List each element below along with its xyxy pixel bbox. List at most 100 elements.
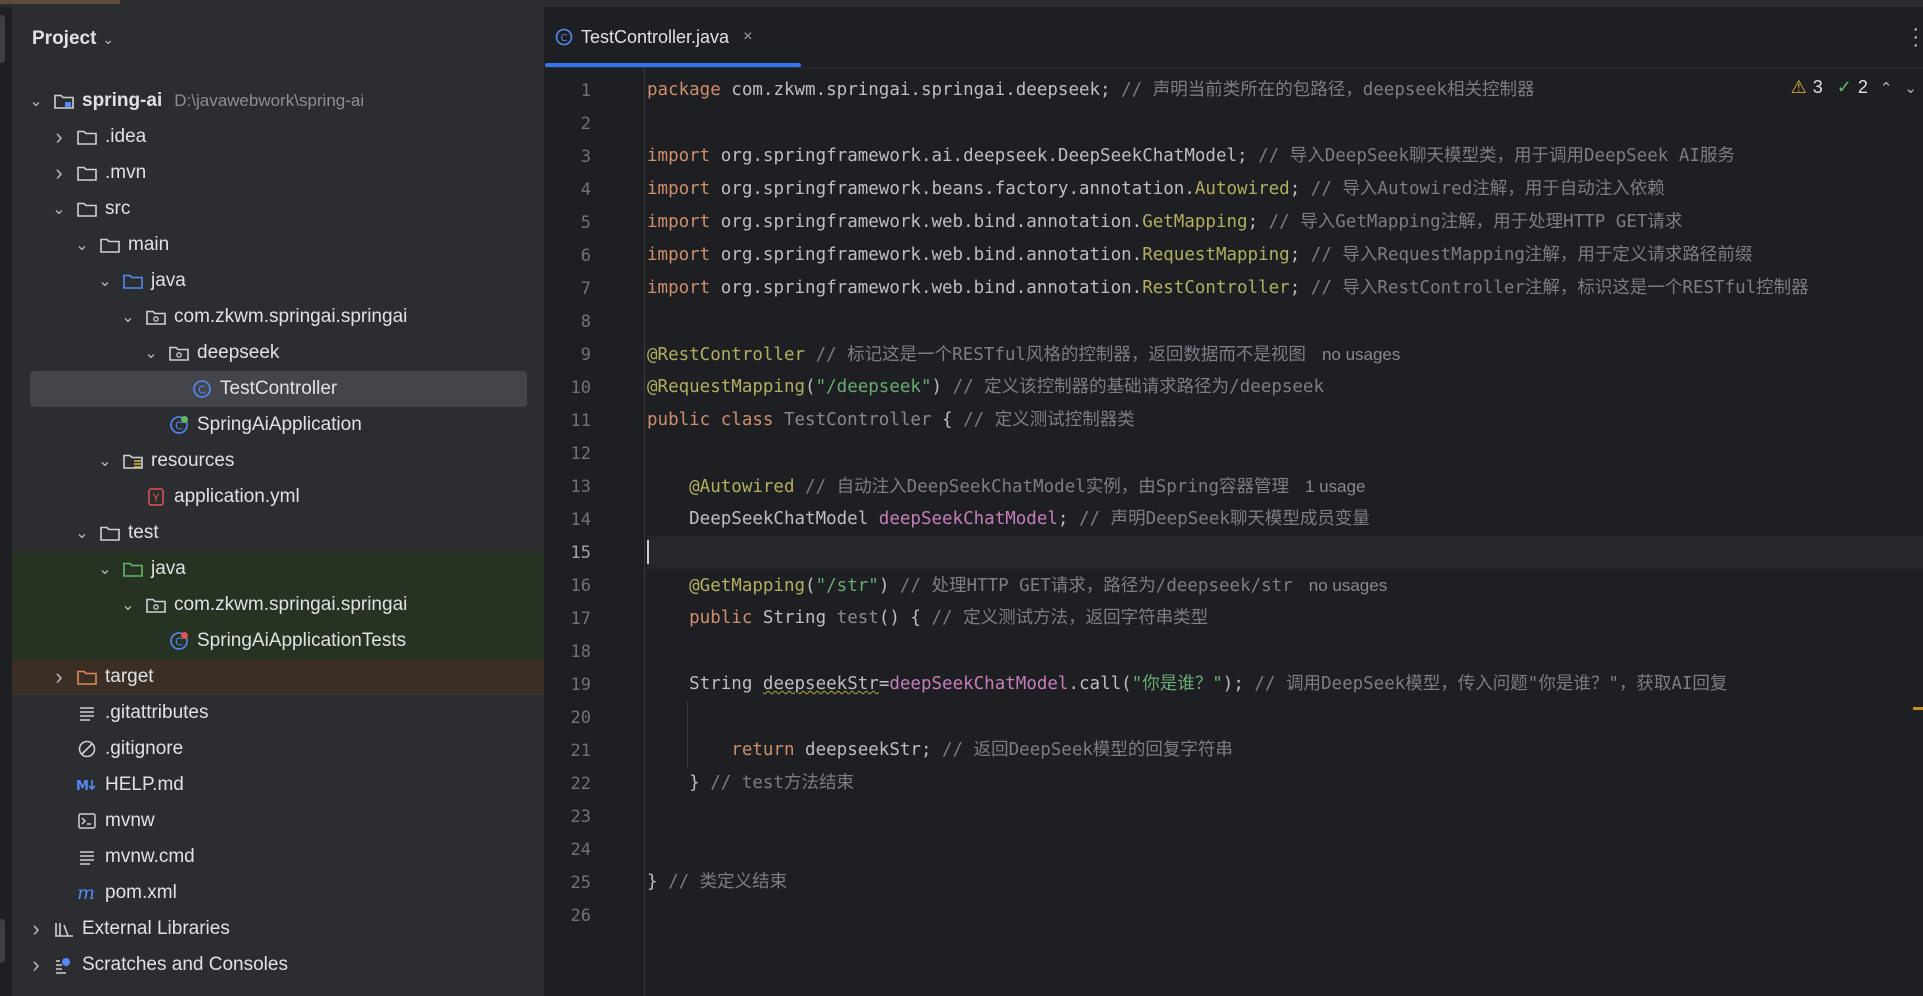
code-line[interactable]: import org.springframework.beans.factory… — [647, 173, 1665, 206]
inspection-widget[interactable]: ⚠ 3 ✓ 2 ⌃ ⌄ — [1791, 77, 1917, 98]
chevron-down-icon[interactable]: ⌄ — [141, 343, 161, 363]
inlay-usage-hint[interactable]: no usages — [1309, 576, 1387, 595]
line-number[interactable]: 20 — [545, 708, 591, 728]
code-line[interactable]: import org.springframework.web.bind.anno… — [647, 272, 1809, 305]
code-line[interactable]: } // test方法结束 — [647, 767, 854, 800]
tree-item-mvnw[interactable]: ›mvnw — [12, 803, 544, 839]
chevron-down-icon[interactable]: ⌄ — [118, 307, 138, 327]
chevron-down-icon[interactable]: ⌄ — [26, 91, 46, 111]
scrollbar-warning-marker[interactable] — [1913, 707, 1923, 710]
code-line[interactable]: return deepseekStr; // 返回DeepSeek模型的回复字符… — [647, 734, 1233, 767]
tool-window-button-project[interactable] — [0, 15, 5, 63]
line-number[interactable]: 25 — [545, 873, 591, 893]
tree-item-external-libraries[interactable]: › External Libraries — [12, 911, 544, 947]
chevron-down-icon[interactable]: ⌄ — [49, 199, 69, 219]
code-line[interactable]: import org.springframework.web.bind.anno… — [647, 206, 1682, 239]
code-line[interactable]: @Autowired // 自动注入DeepSeekChatModel实例，由S… — [647, 470, 1365, 503]
tree-item-application-yml[interactable]: ›Yapplication.yml — [12, 479, 544, 515]
line-number[interactable]: 13 — [545, 477, 591, 497]
line-number[interactable]: 8 — [545, 312, 591, 332]
code-line[interactable]: String deepseekStr=deepSeekChatModel.cal… — [647, 668, 1727, 701]
line-number[interactable]: 5 — [545, 213, 591, 233]
tree-item-pom-xml[interactable]: ›mpom.xml — [12, 875, 544, 911]
project-panel-header[interactable]: Project ⌄ — [12, 7, 544, 71]
tree-item-java[interactable]: ⌄ java — [12, 551, 544, 587]
line-number[interactable]: 17 — [545, 609, 591, 629]
warning-count[interactable]: 3 — [1813, 77, 1823, 98]
line-number[interactable]: 23 — [545, 807, 591, 827]
code-line[interactable]: import org.springframework.ai.deepseek.D… — [647, 140, 1735, 173]
tree-item-springaiapplication[interactable]: ›CSpringAiApplication — [12, 407, 544, 443]
code-area[interactable]: package com.zkwm.springai.springai.deeps… — [647, 67, 1923, 996]
line-number[interactable]: 1 — [545, 81, 591, 101]
tree-item-src[interactable]: ⌄ src — [12, 191, 544, 227]
tree-item-spring-ai[interactable]: ⌄ spring-ai D:\javawebwork\spring-ai — [12, 83, 544, 119]
line-number[interactable]: 10 — [545, 378, 591, 398]
line-number[interactable]: 19 — [545, 675, 591, 695]
tree-item-gitignore[interactable]: ›.gitignore — [12, 731, 544, 767]
code-line[interactable]: import org.springframework.web.bind.anno… — [647, 239, 1752, 272]
line-number[interactable]: 4 — [545, 180, 591, 200]
code-line[interactable]: @RequestMapping("/deepseek") // 定义该控制器的基… — [647, 371, 1324, 404]
line-number-gutter[interactable]: 1 2 3 4 5 6 7 8 9 10 11 12 13 14 15 16 17 18 19 20 21 22 23 24 2… — [545, 67, 645, 996]
chevron-right-icon[interactable]: › — [49, 664, 69, 690]
tree-item-com-zkwm-springai-springai[interactable]: ⌄ com.zkwm.springai.springai — [12, 299, 544, 335]
tree-item-help-md[interactable]: ›MHELP.md — [12, 767, 544, 803]
tree-item-com-zkwm-springai-springai[interactable]: ⌄ com.zkwm.springai.springai — [12, 587, 544, 623]
chevron-down-icon[interactable]: ⌄ — [72, 523, 92, 543]
tree-item-resources[interactable]: ⌄ resources — [12, 443, 544, 479]
tree-item-test[interactable]: ⌄ test — [12, 515, 544, 551]
tree-item-java[interactable]: ⌄ java — [12, 263, 544, 299]
tree-item-mvn[interactable]: › .mvn — [12, 155, 544, 191]
code-line[interactable]: @RestController // 标记这是一个RESTful风格的控制器，返… — [647, 338, 1400, 371]
tree-item-testcontroller[interactable]: ›CTestController — [12, 371, 544, 407]
tree-item-idea[interactable]: › .idea — [12, 119, 544, 155]
chevron-down-icon[interactable]: ⌄ — [72, 235, 92, 255]
line-number[interactable]: 24 — [545, 840, 591, 860]
line-number[interactable]: 14 — [545, 510, 591, 530]
line-number[interactable]: 22 — [545, 774, 591, 794]
code-line[interactable]: package com.zkwm.springai.springai.deeps… — [647, 74, 1535, 107]
tree-item-main[interactable]: ⌄ main — [12, 227, 544, 263]
chevron-right-icon[interactable]: › — [49, 160, 69, 186]
chevron-down-icon[interactable]: ⌄ — [95, 451, 115, 471]
chevron-down-icon[interactable]: ⌄ — [1904, 79, 1917, 97]
editor-tab[interactable]: C TestController.java × — [555, 17, 752, 57]
line-number[interactable]: 18 — [545, 642, 591, 662]
ok-count[interactable]: 2 — [1858, 77, 1868, 98]
check-icon[interactable]: ✓ — [1837, 77, 1852, 98]
chevron-down-icon[interactable]: ⌄ — [95, 271, 115, 291]
chevron-down-icon[interactable]: ⌄ — [118, 595, 138, 615]
chevron-right-icon[interactable]: › — [49, 124, 69, 150]
tree-item-target[interactable]: › target — [12, 659, 544, 695]
more-options-icon[interactable]: · · · — [1912, 19, 1919, 55]
inlay-usage-hint[interactable]: no usages — [1322, 345, 1400, 364]
line-number[interactable]: 6 — [545, 246, 591, 266]
line-number[interactable]: 7 — [545, 279, 591, 299]
line-number[interactable]: 2 — [545, 114, 591, 134]
tree-item-deepseek[interactable]: ⌄ deepseek — [12, 335, 544, 371]
line-number[interactable]: 3 — [545, 147, 591, 167]
tree-item-gitattributes[interactable]: ›.gitattributes — [12, 695, 544, 731]
line-number[interactable]: 21 — [545, 741, 591, 761]
tool-window-button-bottom[interactable] — [0, 919, 5, 963]
close-icon[interactable]: × — [743, 28, 752, 46]
line-number[interactable]: 9 — [545, 345, 591, 365]
inlay-usage-hint[interactable]: 1 usage — [1305, 477, 1366, 496]
tree-item-springaiapplicationtests[interactable]: ›CSpringAiApplicationTests — [12, 623, 544, 659]
chevron-down-icon[interactable]: ⌄ — [102, 31, 114, 48]
code-line[interactable]: @GetMapping("/str") // 处理HTTP GET请求，路径为/… — [647, 569, 1387, 602]
chevron-right-icon[interactable]: › — [26, 952, 46, 978]
line-number[interactable]: 15 — [545, 543, 591, 563]
tree-item-scratches-and-consoles[interactable]: › Scratches and Consoles — [12, 947, 544, 983]
tree-item-mvnw-cmd[interactable]: ›mvnw.cmd — [12, 839, 544, 875]
line-number[interactable]: 16 — [545, 576, 591, 596]
code-line[interactable]: public String test() { // 定义测试方法，返回字符串类型 — [647, 602, 1208, 635]
chevron-down-icon[interactable]: ⌄ — [95, 559, 115, 579]
line-number[interactable]: 11 — [545, 411, 591, 431]
chevron-right-icon[interactable]: › — [26, 916, 46, 942]
code-line[interactable]: } // 类定义结束 — [647, 866, 787, 899]
project-panel-title[interactable]: Project — [32, 28, 96, 50]
editor-tab-label[interactable]: TestController.java — [581, 27, 729, 48]
line-number[interactable]: 12 — [545, 444, 591, 464]
